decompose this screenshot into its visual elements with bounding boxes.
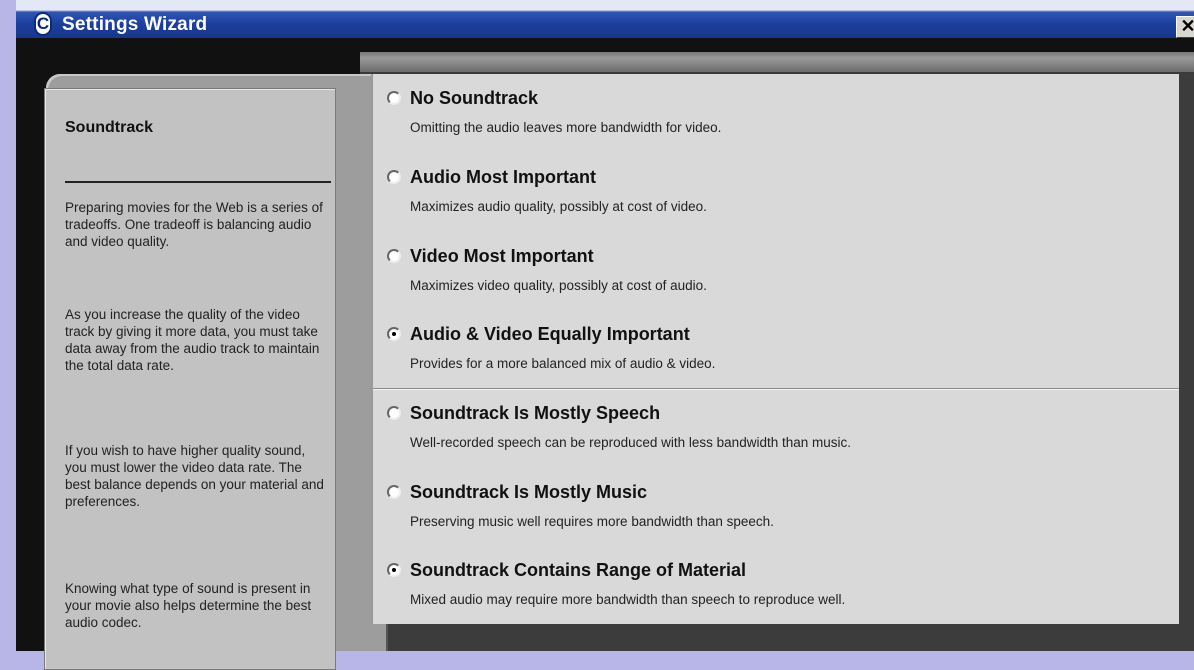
soundtrack-options-panel: No Soundtrack Omitting the audio leaves … bbox=[371, 74, 1179, 624]
priority-option-group: No Soundtrack Omitting the audio leaves … bbox=[373, 74, 1179, 389]
radio-button[interactable] bbox=[387, 91, 401, 105]
option-label[interactable]: Soundtrack Is Mostly Speech bbox=[410, 403, 660, 423]
option-description: Mixed audio may require more bandwidth t… bbox=[410, 592, 846, 607]
radio-button[interactable] bbox=[387, 170, 401, 184]
radio-button-selected[interactable] bbox=[387, 327, 401, 341]
content-option-group: Soundtrack Is Mostly Speech Well-recorde… bbox=[373, 389, 1179, 625]
help-divider bbox=[65, 181, 331, 183]
option-description: Omitting the audio leaves more bandwidth… bbox=[410, 120, 722, 135]
radio-button[interactable] bbox=[387, 406, 401, 420]
option-description: Maximizes audio quality, possibly at cos… bbox=[410, 199, 707, 214]
option-description: Provides for a more balanced mix of audi… bbox=[410, 356, 716, 371]
radio-button[interactable] bbox=[387, 249, 401, 263]
option-label[interactable]: No Soundtrack bbox=[410, 88, 538, 108]
options-header-bevel bbox=[360, 52, 1194, 72]
radio-button[interactable] bbox=[387, 485, 401, 499]
help-paragraph: Knowing what type of sound is present in… bbox=[65, 581, 312, 630]
option-label[interactable]: Soundtrack Is Mostly Music bbox=[410, 482, 647, 502]
help-paragraph: As you increase the quality of the video… bbox=[65, 307, 320, 373]
close-button[interactable]: ✕ bbox=[1176, 16, 1194, 38]
help-panel: Soundtrack Preparing movies for the Web … bbox=[44, 88, 336, 670]
option-label[interactable]: Audio & Video Equally Important bbox=[410, 324, 690, 344]
option-description: Well-recorded speech can be reproduced w… bbox=[410, 435, 851, 450]
help-paragraph: If you wish to have higher quality sound… bbox=[65, 443, 324, 509]
option-description: Preserving music well requires more band… bbox=[410, 514, 774, 529]
window-title: Settings Wizard bbox=[62, 14, 208, 35]
help-title: Soundtrack bbox=[65, 119, 154, 136]
option-label[interactable]: Audio Most Important bbox=[410, 167, 596, 187]
title-bar[interactable]: C Settings Wizard ✕ bbox=[16, 0, 1194, 38]
option-label[interactable]: Video Most Important bbox=[410, 246, 594, 266]
app-logo-icon: C bbox=[34, 12, 52, 36]
header-strip bbox=[16, 38, 1194, 52]
option-description: Maximizes video quality, possibly at cos… bbox=[410, 278, 707, 293]
option-label[interactable]: Soundtrack Contains Range of Material bbox=[410, 560, 746, 580]
radio-button-selected[interactable] bbox=[387, 563, 401, 577]
help-paragraph: Preparing movies for the Web is a series… bbox=[65, 200, 323, 249]
